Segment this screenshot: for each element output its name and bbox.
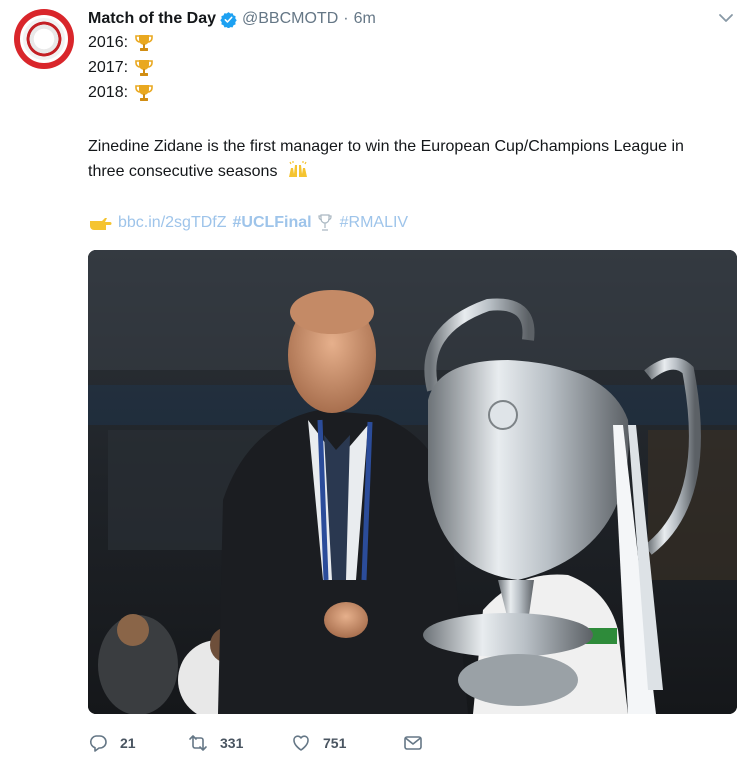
author-name[interactable]: Match of the Day [88,10,216,28]
verified-icon [220,11,237,28]
pointing-hand-icon [90,218,112,230]
retweet-count: 331 [220,735,244,751]
tweet-actions: 21 331 751 [88,730,435,756]
trophy-icon [135,34,153,51]
reply-count: 21 [120,735,136,751]
like-button[interactable]: 751 [291,733,403,753]
like-count: 751 [323,735,347,751]
year-label: 2016: [88,34,129,51]
article-link[interactable]: bbc.in/2sgTDfZ [118,214,226,232]
tweet-photo[interactable] [88,250,737,714]
author-handle[interactable]: @BBCMOTD [242,10,338,28]
retweet-icon [189,735,207,751]
heart-icon [293,735,309,751]
trophy-icon [135,84,153,101]
direct-message-button[interactable] [403,733,435,753]
timestamp[interactable]: 6m [354,10,376,28]
reply-button[interactable]: 21 [88,733,188,753]
trophy-icon [135,59,153,76]
chevron-down-icon[interactable] [718,11,734,25]
reply-icon [89,735,107,752]
photo-illustration [88,250,737,714]
year-line: 2018: [88,80,154,105]
avatar[interactable] [14,9,74,69]
year-line: 2016: [88,30,154,55]
year-label: 2018: [88,84,129,101]
hashtag-uclfinal-text: #UCLFinal [232,214,312,231]
hashtag-rmaliv[interactable]: #RMALIV [340,214,408,232]
retweet-button[interactable]: 331 [188,733,291,753]
trophy-outline-icon [318,214,332,231]
envelope-icon [404,736,422,750]
raised-hands-icon [288,161,307,177]
separator-dot: · [343,10,349,27]
tweet-header: Match of the Day @BBCMOTD · 6m [88,8,710,30]
tweet-text: Zinedine Zidane is the first manager to … [88,134,708,184]
tweet-links: bbc.in/2sgTDfZ #UCLFinal #RMALIV [88,210,408,236]
year-line: 2017: [88,55,154,80]
hashtag-uclfinal[interactable]: #UCLFinal [232,214,311,232]
trophy-years: 2016: 2017: 2018: [88,30,154,105]
year-label: 2017: [88,59,129,76]
tweet-text-content: Zinedine Zidane is the first manager to … [88,138,684,180]
bbc-motd-logo [20,15,68,63]
